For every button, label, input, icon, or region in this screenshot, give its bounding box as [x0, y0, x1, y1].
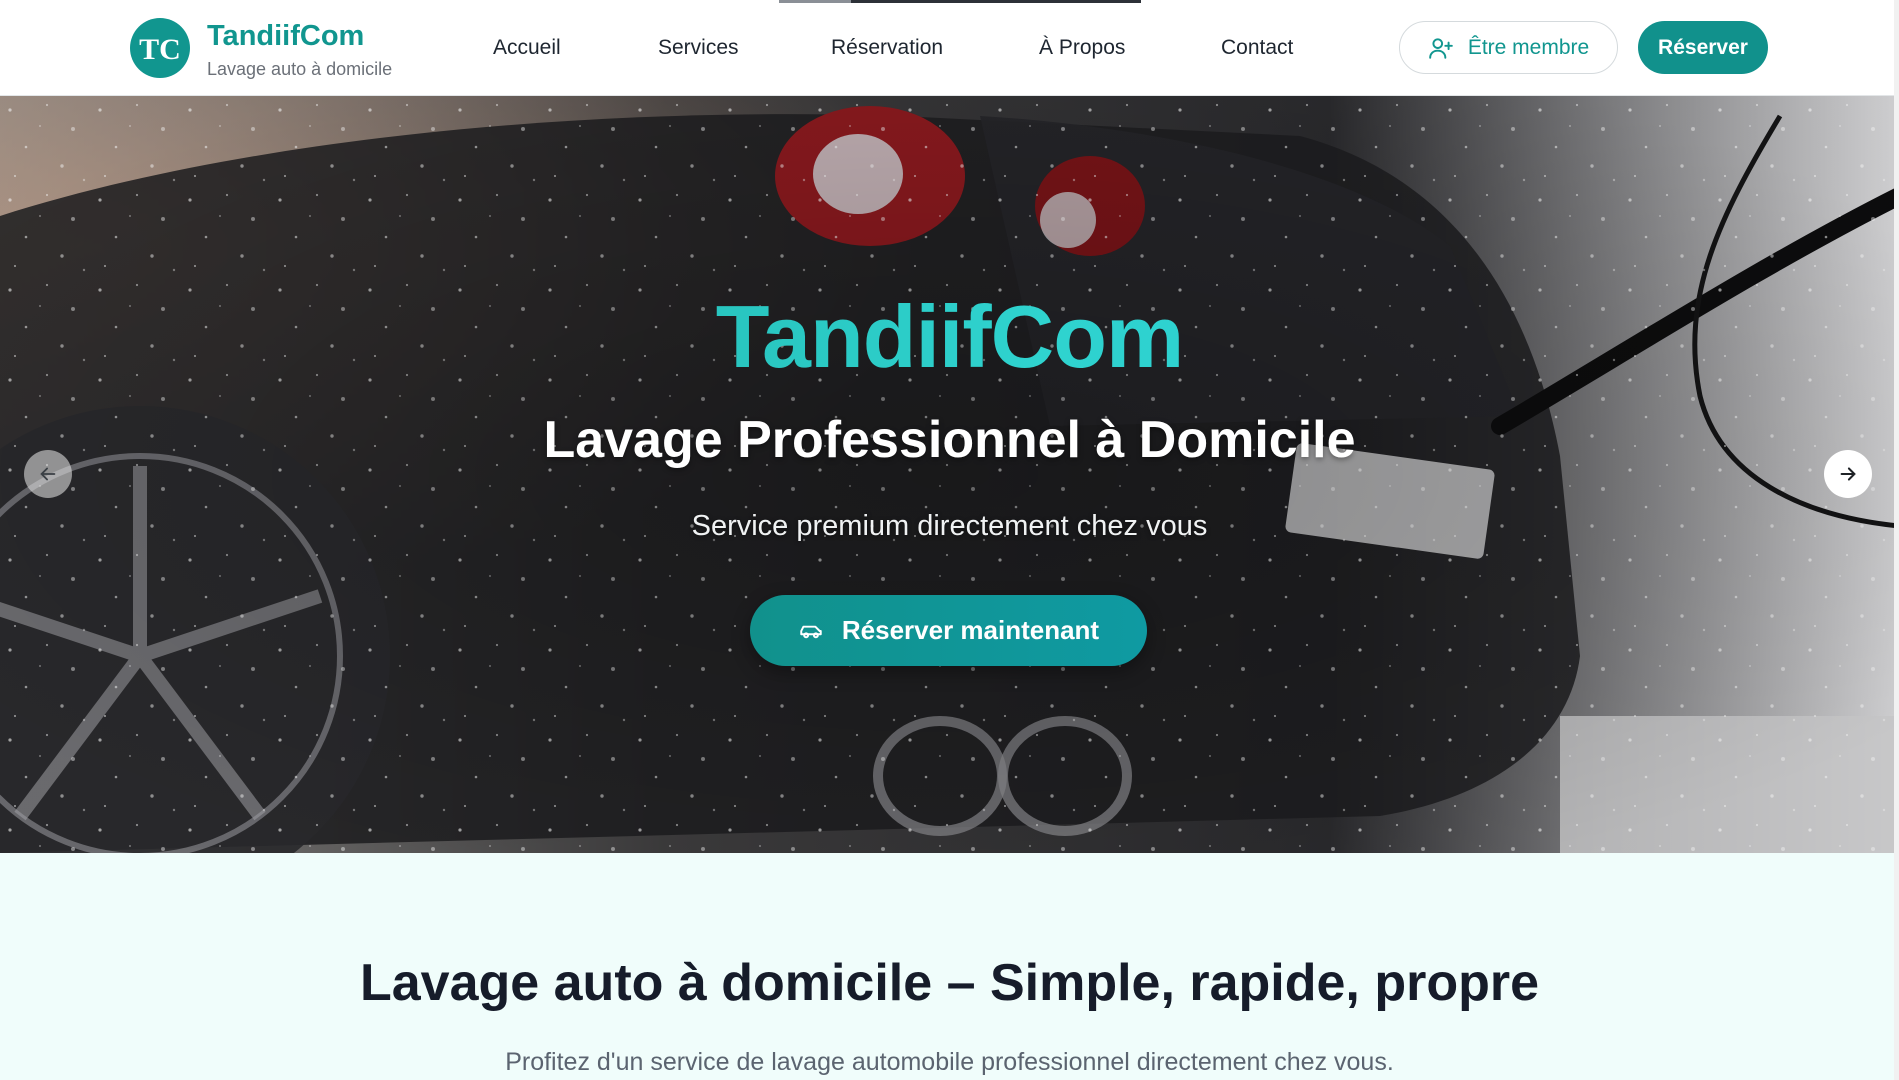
- intro-text: Profitez d'un service de lavage automobi…: [505, 1048, 1394, 1076]
- nav-item-contact[interactable]: Contact: [1221, 36, 1293, 60]
- nav-active-indicator: [779, 0, 1141, 3]
- carousel-next-button[interactable]: [1824, 450, 1872, 498]
- intro-section: Lavage auto à domicile – Simple, rapide,…: [0, 853, 1894, 1080]
- intro-title: Lavage auto à domicile – Simple, rapide,…: [359, 954, 1539, 1012]
- logo[interactable]: TC: [130, 18, 190, 78]
- user-plus-icon: [1429, 37, 1453, 59]
- page-scrollbar[interactable]: [1894, 0, 1899, 1080]
- hero-carousel: TandiifCom Lavage Professionnel à Domici…: [0, 96, 1899, 853]
- logo-letters: TC: [139, 33, 181, 66]
- nav-item-accueil[interactable]: Accueil: [493, 36, 561, 60]
- hero-title: TandiifCom: [0, 286, 1899, 388]
- nav-item-a-propos[interactable]: À Propos: [1039, 36, 1125, 60]
- brand-tagline: Lavage auto à domicile: [207, 59, 393, 79]
- arrow-left-icon: [40, 467, 56, 481]
- reserve-button[interactable]: Réserver: [1638, 21, 1768, 74]
- arrow-right-icon: [1840, 467, 1856, 481]
- site-header: TC TandiifCom Lavage auto à domicile Acc…: [0, 0, 1899, 96]
- hero-subtitle: Lavage Professionnel à Domicile: [543, 411, 1356, 469]
- book-now-button[interactable]: Réserver maintenant: [750, 595, 1147, 666]
- become-member-label: Être membre: [1467, 35, 1590, 59]
- carousel-prev-button[interactable]: [24, 450, 72, 498]
- logo-mark-icon: TC: [139, 33, 181, 66]
- brand-name[interactable]: TandiifCom: [207, 20, 364, 53]
- become-member-button[interactable]: Être membre: [1399, 21, 1618, 74]
- nav-item-reservation[interactable]: Réservation: [831, 36, 943, 60]
- hero-tagline: Service premium directement chez vous: [691, 510, 1208, 542]
- nav-item-services[interactable]: Services: [658, 36, 739, 60]
- car-icon: [800, 625, 822, 638]
- book-now-label: Réserver maintenant: [841, 615, 1100, 645]
- hero-car-wash-image: [0, 96, 1899, 853]
